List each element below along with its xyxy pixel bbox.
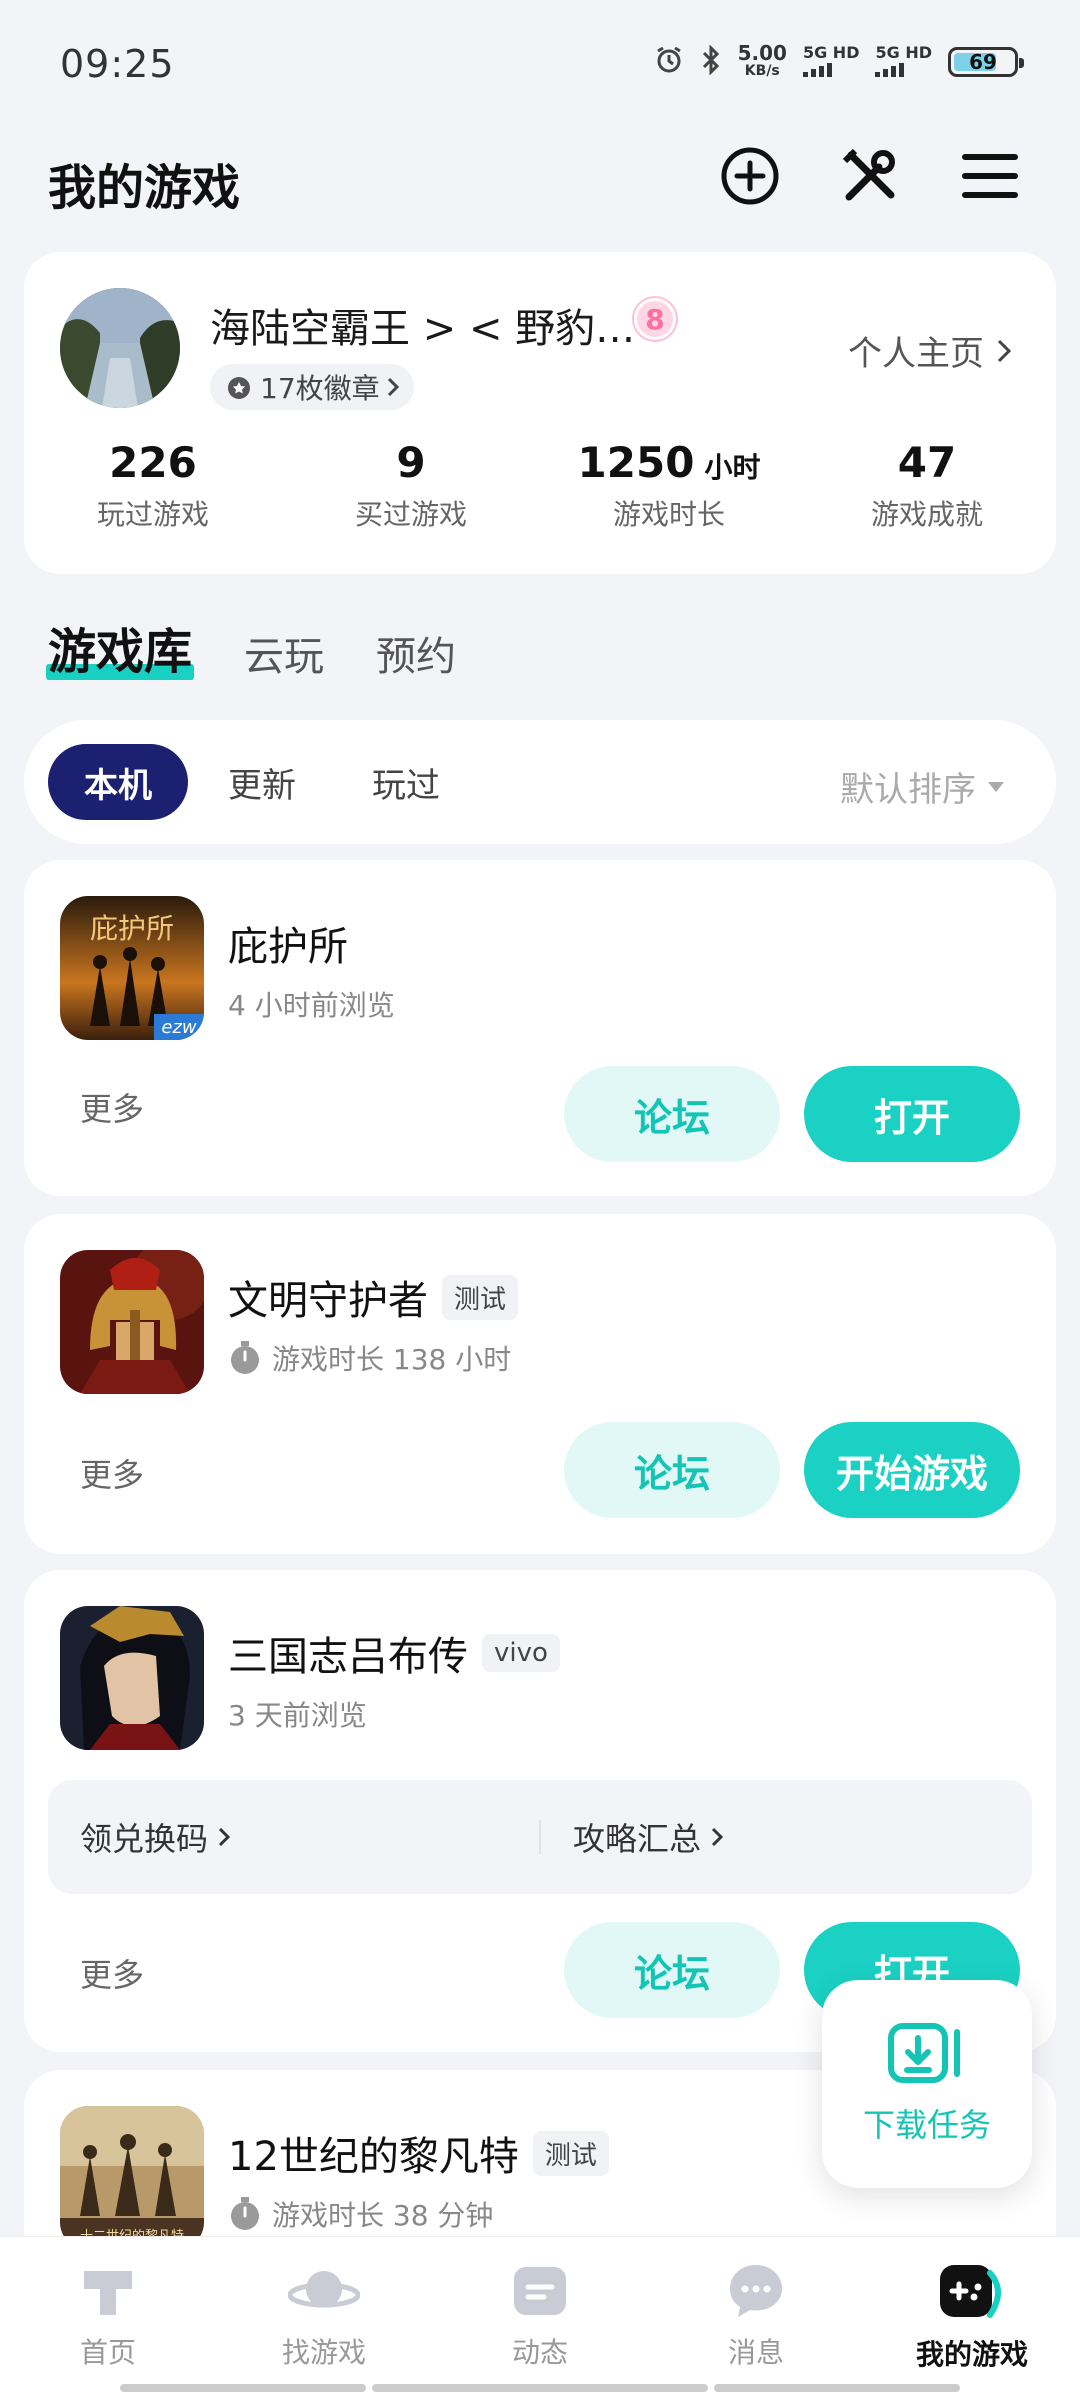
download-tasks-button[interactable]: 下载任务 <box>822 1980 1032 2188</box>
gesture-bar <box>714 2384 960 2392</box>
badges-button[interactable]: 17枚徽章 <box>210 364 414 410</box>
svg-text:ezw: ezw <box>161 1017 197 1038</box>
start-game-button[interactable]: 开始游戏 <box>804 1422 1020 1518</box>
planet-icon <box>288 2271 360 2308</box>
game-name[interactable]: 12世纪的黎凡特 测试 <box>228 2124 609 2182</box>
chip-played[interactable]: 玩过 <box>336 744 476 820</box>
stat-played[interactable]: 226 玩过游戏 <box>24 438 282 533</box>
chevron-right-icon <box>997 339 1012 362</box>
page-title: 我的游戏 <box>48 160 241 216</box>
quick-links: 领兑换码 攻略汇总 <box>48 1780 1032 1894</box>
svg-text:庇护所: 庇护所 <box>90 912 174 945</box>
nav-home[interactable]: 首页 <box>0 2237 216 2400</box>
bottom-nav: 首页 找游戏 动态 消息 我的游戏 <box>0 2236 1080 2400</box>
nav-messages[interactable]: 消息 <box>648 2237 864 2400</box>
tab-cloud-play[interactable]: 云玩 <box>244 624 324 682</box>
guide-link[interactable]: 攻略汇总 <box>541 1814 1032 1860</box>
user-name[interactable]: 海陆空霸王 > < 野豹… <box>210 296 635 354</box>
tab-library[interactable]: 游戏库 <box>46 612 195 682</box>
chevron-right-icon <box>711 1827 724 1847</box>
medal-icon <box>228 377 250 399</box>
menu-icon <box>962 154 1018 198</box>
alarm-icon <box>654 45 684 79</box>
game-name[interactable]: 三国志吕布传 vivo <box>228 1624 560 1682</box>
caret-down-icon <box>988 781 1004 792</box>
add-button[interactable] <box>714 140 786 212</box>
vivo-tag: vivo <box>482 1634 560 1672</box>
message-icon <box>730 2265 782 2317</box>
game-subtitle: 3 天前浏览 <box>228 1699 367 1732</box>
bluetooth-icon <box>700 44 722 79</box>
nav-feed[interactable]: 动态 <box>432 2237 648 2400</box>
sort-dropdown[interactable]: 默认排序 <box>840 762 1004 811</box>
status-icons: 5.00 KB/s 5G HD 5G HD 69 <box>654 41 1024 80</box>
game-name[interactable]: 庇护所 <box>228 914 348 972</box>
signal-1: 5G HD <box>802 44 859 80</box>
more-button[interactable]: 更多 <box>80 1450 144 1496</box>
gesture-bar <box>372 2384 708 2392</box>
game-icon[interactable] <box>60 1250 204 1394</box>
test-tag: 测试 <box>442 1274 519 1320</box>
test-tag: 测试 <box>532 2130 609 2176</box>
game-subtitle: 游戏时长 138 小时 <box>228 1338 511 1378</box>
add-circle-icon <box>721 147 779 205</box>
game-subtitle: 游戏时长 38 分钟 <box>228 2194 493 2234</box>
filter-bar: 本机 更新 玩过 默认排序 <box>24 720 1056 844</box>
app-header: 我的游戏 <box>0 140 1080 220</box>
menu-button[interactable] <box>954 140 1026 212</box>
tools-icon <box>842 148 895 201</box>
main-tabs: 游戏库 云玩 预约 <box>46 612 456 682</box>
game-icon[interactable] <box>60 1606 204 1750</box>
tools-button[interactable] <box>834 140 906 212</box>
open-button[interactable]: 打开 <box>804 1066 1020 1162</box>
nav-my-games[interactable]: 我的游戏 <box>864 2237 1080 2400</box>
game-icon[interactable]: 十二世纪的黎凡特 <box>60 2106 204 2250</box>
stat-playtime[interactable]: 1250 小时 游戏时长 <box>540 438 798 533</box>
game-card: 庇护所 ezw 庇护所 4 小时前浏览 更多 论坛 打开 <box>24 860 1056 1196</box>
homepage-link[interactable]: 个人主页 <box>848 326 1012 375</box>
gamepad-icon <box>940 2265 1001 2318</box>
feed-icon <box>514 2267 566 2315</box>
forum-button[interactable]: 论坛 <box>564 1922 780 2018</box>
more-button[interactable]: 更多 <box>80 1084 144 1130</box>
stopwatch-icon <box>231 2197 259 2230</box>
network-speed: 5.00 KB/s <box>737 41 787 79</box>
gesture-bar <box>120 2384 366 2392</box>
game-icon[interactable]: 庇护所 ezw <box>60 896 204 1040</box>
battery-icon: 69 <box>948 47 1024 77</box>
redeem-code-link[interactable]: 领兑换码 <box>48 1814 539 1860</box>
profile-card: 海陆空霸王 > < 野豹… 8 17枚徽章 个人主页 226 玩过游戏 9 买过… <box>24 252 1056 574</box>
home-icon <box>84 2271 132 2315</box>
stopwatch-icon <box>231 1341 259 1374</box>
game-name[interactable]: 文明守护者 测试 <box>228 1268 519 1326</box>
level-badge: 8 <box>634 298 676 340</box>
download-icon <box>888 2023 960 2083</box>
chevron-right-icon <box>218 1827 231 1847</box>
chevron-right-icon <box>387 377 399 397</box>
status-time: 09:25 <box>60 42 175 86</box>
stat-bought[interactable]: 9 买过游戏 <box>282 438 540 533</box>
stat-achievements[interactable]: 47 游戏成就 <box>798 438 1056 533</box>
game-card: 文明守护者 测试 游戏时长 138 小时 更多 论坛 开始游戏 <box>24 1214 1056 1554</box>
game-subtitle: 4 小时前浏览 <box>228 989 395 1022</box>
nav-find-games[interactable]: 找游戏 <box>216 2237 432 2400</box>
signal-2: 5G HD <box>875 44 932 80</box>
forum-button[interactable]: 论坛 <box>564 1422 780 1518</box>
stats-row: 226 玩过游戏 9 买过游戏 1250 小时 游戏时长 47 游戏成就 <box>24 438 1056 533</box>
avatar[interactable] <box>60 288 180 408</box>
forum-button[interactable]: 论坛 <box>564 1066 780 1162</box>
tab-reservation[interactable]: 预约 <box>376 624 456 682</box>
chip-local[interactable]: 本机 <box>48 744 188 820</box>
more-button[interactable]: 更多 <box>80 1950 144 1996</box>
status-bar: 09:25 5.00 KB/s 5G HD 5G HD 69 <box>0 0 1080 130</box>
chip-update[interactable]: 更新 <box>192 744 332 820</box>
